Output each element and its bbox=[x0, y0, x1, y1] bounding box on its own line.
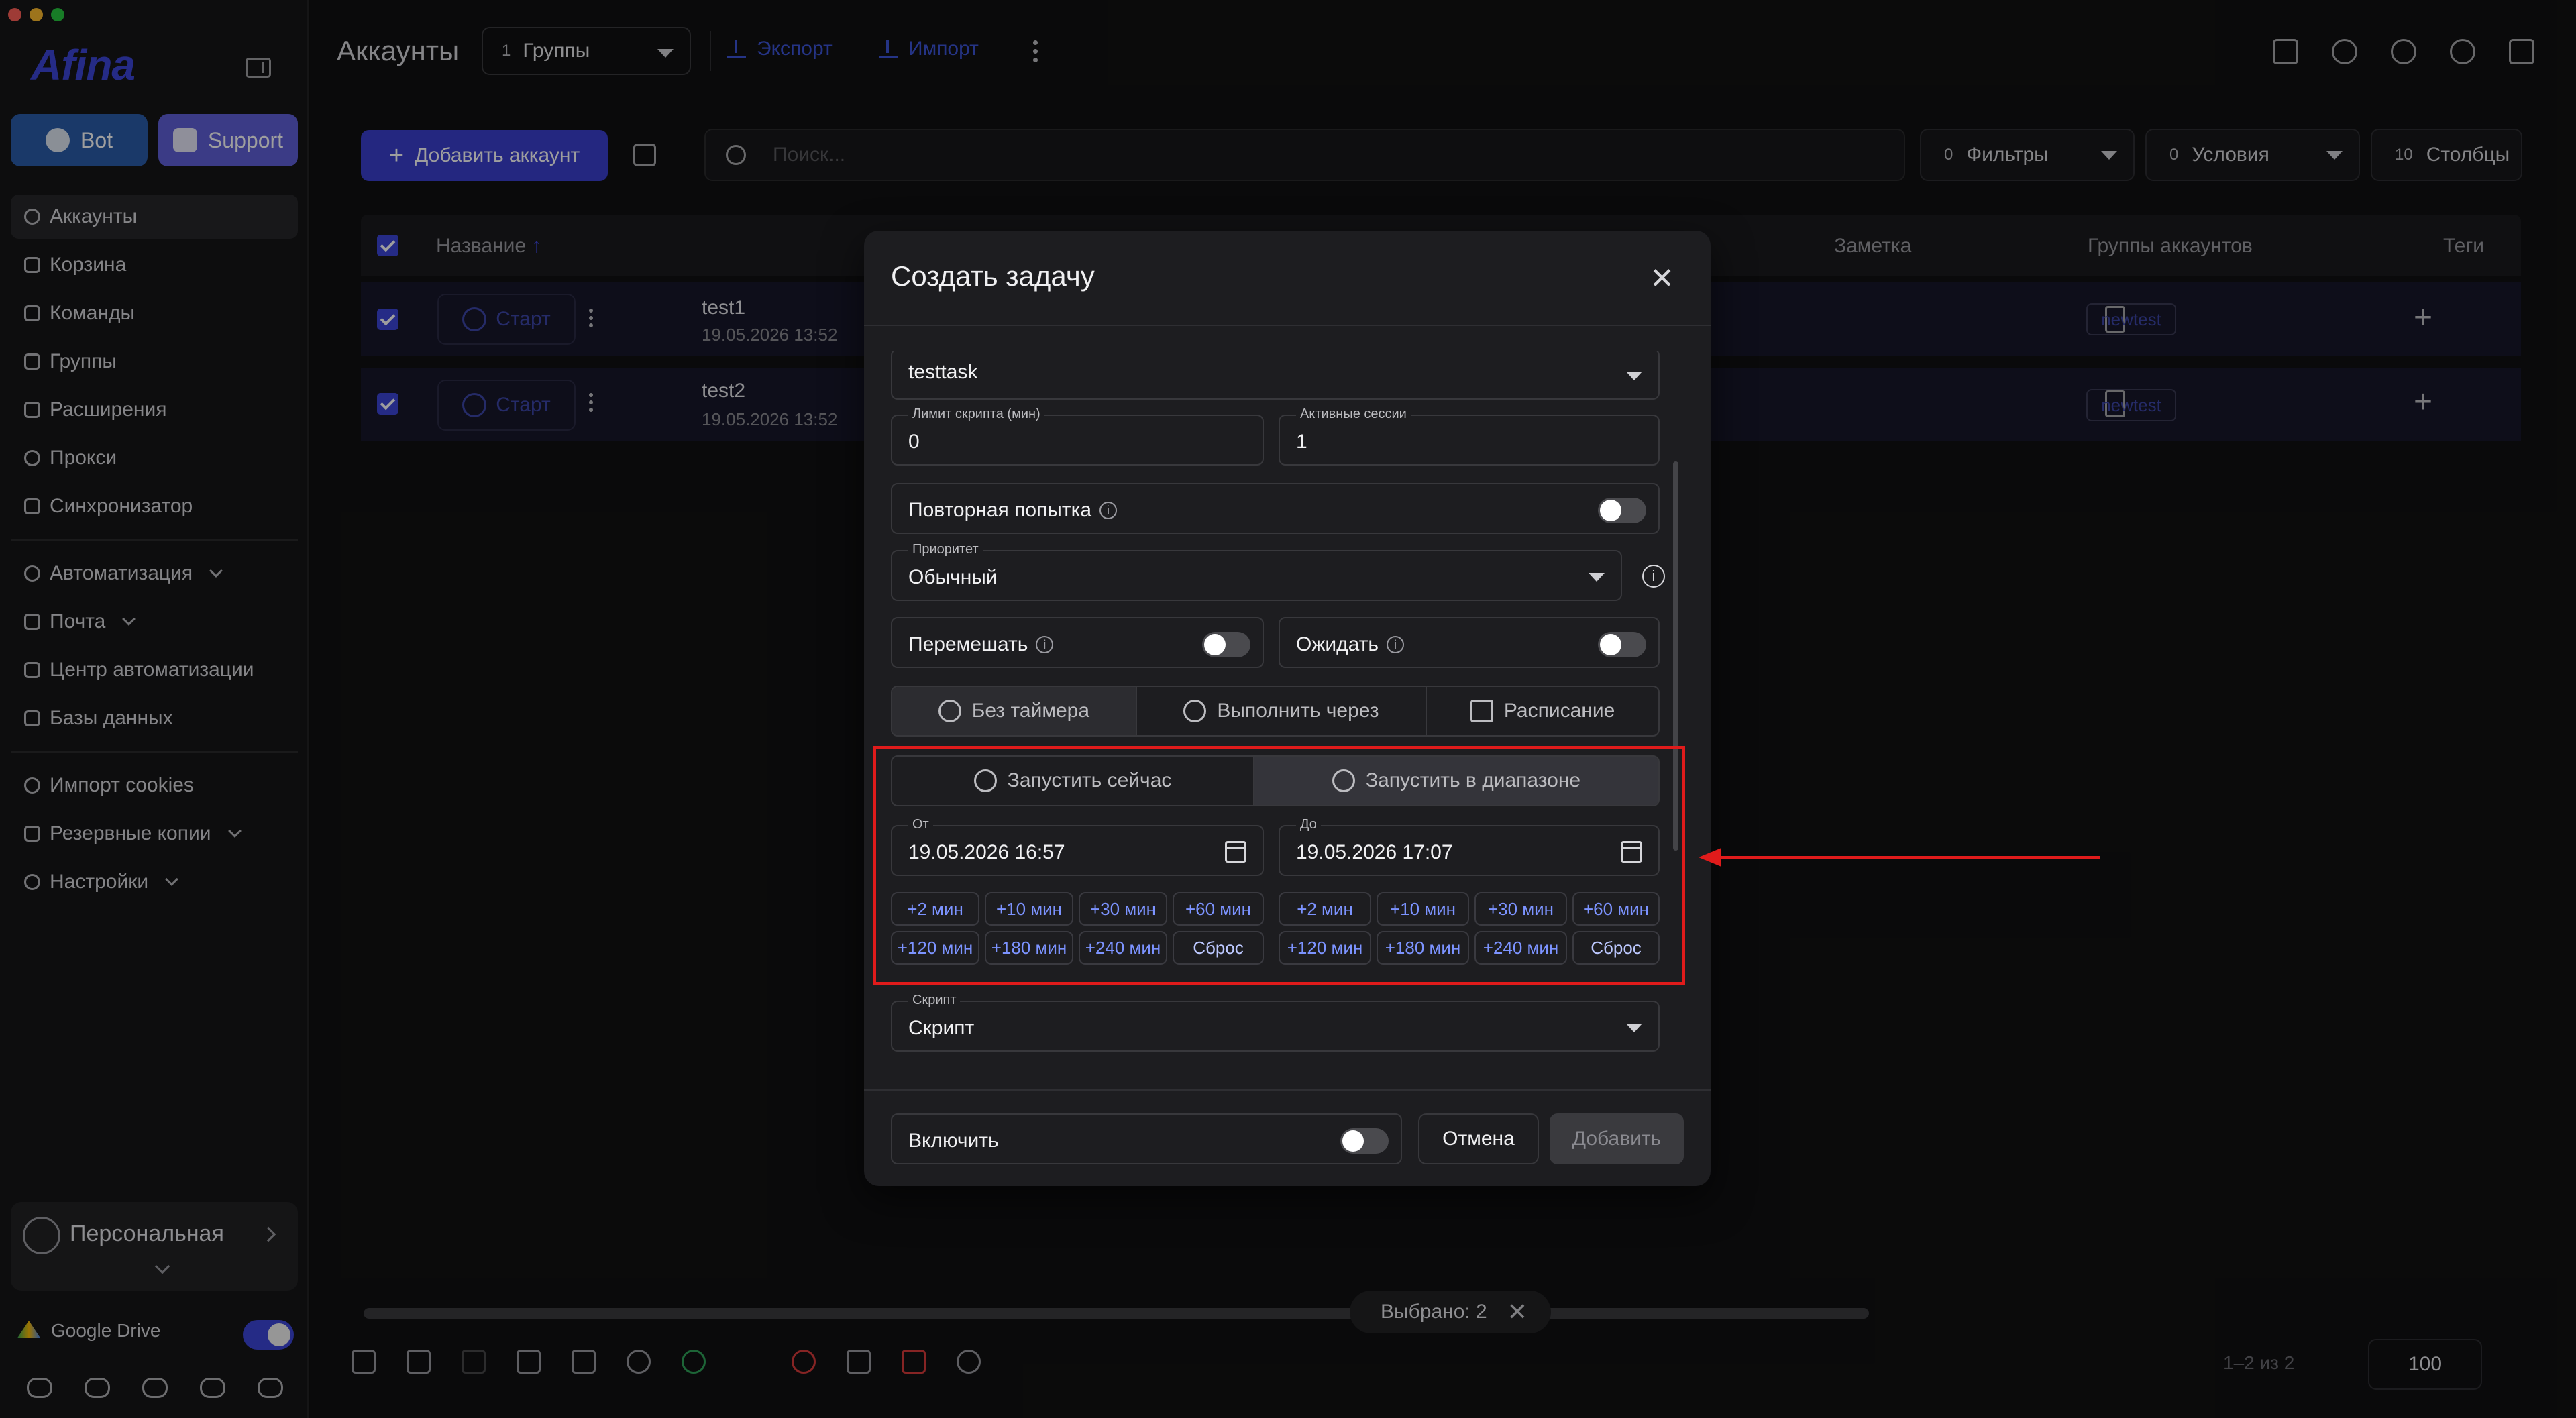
wait-row: Ожидать i bbox=[1279, 617, 1660, 668]
task-group-select[interactable]: testtask bbox=[891, 349, 1660, 400]
script-label: Скрипт bbox=[908, 993, 961, 1008]
timer-icon bbox=[1183, 700, 1207, 722]
active-sessions-label: Активные сессии bbox=[1296, 406, 1411, 422]
dialog-divider bbox=[864, 1089, 1711, 1091]
shuffle-toggle[interactable] bbox=[1202, 632, 1250, 657]
script-limit-value: 0 bbox=[908, 431, 920, 453]
caret-down-icon bbox=[1589, 573, 1605, 582]
block-icon bbox=[938, 700, 961, 722]
info-icon[interactable]: i bbox=[1387, 636, 1405, 653]
retry-toggle[interactable] bbox=[1598, 498, 1646, 523]
script-select[interactable]: Скрипт Скрипт bbox=[891, 993, 1660, 1052]
shuffle-label: Перемешать bbox=[908, 633, 1028, 655]
annotation-arrow bbox=[1711, 856, 2100, 859]
active-sessions-value: 1 bbox=[1296, 431, 1307, 453]
caret-down-icon bbox=[1626, 1024, 1642, 1032]
close-icon[interactable]: ✕ bbox=[1650, 264, 1674, 294]
wait-toggle[interactable] bbox=[1598, 632, 1646, 657]
enable-toggle[interactable] bbox=[1340, 1128, 1389, 1154]
add-task-button[interactable]: Добавить bbox=[1550, 1113, 1684, 1164]
script-limit-field[interactable]: Лимит скрипта (мин) 0 bbox=[891, 406, 1264, 466]
script-limit-label: Лимит скрипта (мин) bbox=[908, 406, 1044, 422]
priority-label: Приоритет bbox=[908, 542, 983, 557]
info-icon[interactable]: i bbox=[1099, 502, 1118, 519]
enable-label: Включить bbox=[908, 1130, 999, 1152]
timer-mode-tabs: Без таймера Выполнить через Расписание bbox=[891, 686, 1660, 737]
priority-value: Обычный bbox=[908, 566, 998, 588]
dialog-title: Создать задачу bbox=[891, 260, 1095, 292]
dialog-divider bbox=[864, 325, 1711, 326]
info-icon[interactable]: i bbox=[1036, 636, 1054, 653]
active-sessions-field[interactable]: Активные сессии 1 bbox=[1279, 406, 1660, 466]
script-value: Скрипт bbox=[908, 1017, 975, 1039]
create-task-dialog: Создать задачу ✕ testtask Лимит скрипта … bbox=[864, 231, 1711, 1186]
tab-no-timer[interactable]: Без таймера bbox=[892, 687, 1137, 735]
highlight-box bbox=[873, 746, 1685, 985]
tab-schedule[interactable]: Расписание bbox=[1427, 687, 1658, 735]
priority-info-icon[interactable]: i bbox=[1642, 565, 1665, 588]
retry-label: Повторная попытка bbox=[908, 499, 1092, 521]
task-group-value: testtask bbox=[908, 361, 978, 383]
shuffle-row: Перемешать i bbox=[891, 617, 1264, 668]
caret-down-icon bbox=[1626, 372, 1642, 380]
tab-run-after[interactable]: Выполнить через bbox=[1137, 687, 1428, 735]
calendar-icon bbox=[1470, 700, 1493, 722]
wait-label: Ожидать bbox=[1296, 633, 1379, 655]
priority-select[interactable]: Приоритет Обычный bbox=[891, 542, 1622, 601]
retry-row: Повторная попытка i bbox=[891, 483, 1660, 534]
enable-row: Включить bbox=[891, 1113, 1402, 1164]
cancel-button[interactable]: Отмена bbox=[1418, 1113, 1539, 1164]
